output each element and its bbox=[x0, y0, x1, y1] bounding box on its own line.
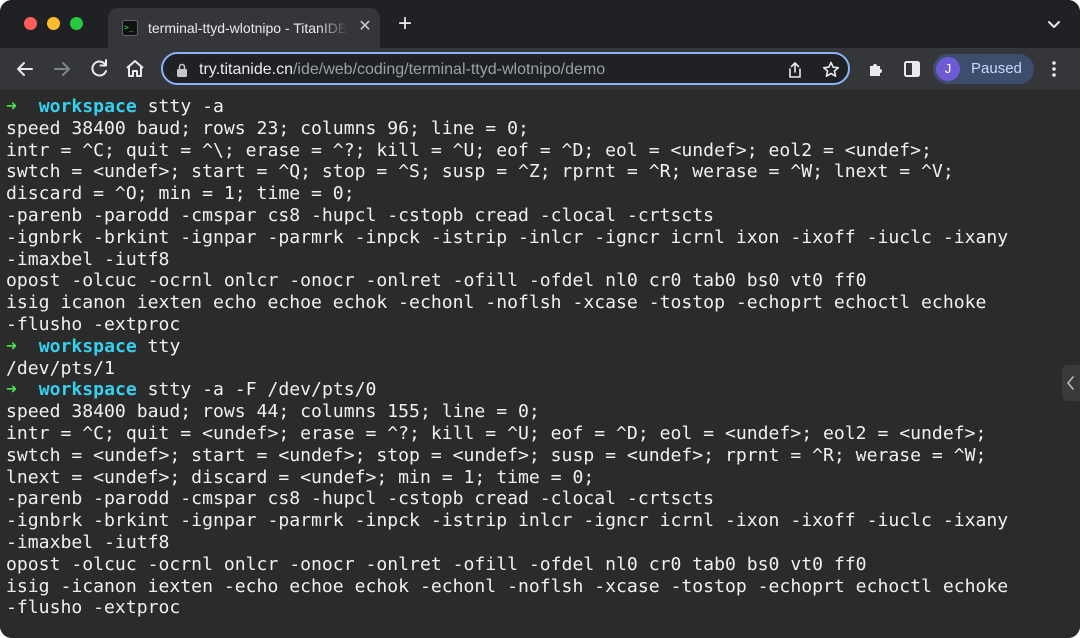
browser-window: >_ terminal-ttyd-wlotnipo - TitanIDE ✕ + bbox=[0, 0, 1080, 638]
side-panel-toggle[interactable] bbox=[1062, 365, 1080, 401]
extensions-icon[interactable] bbox=[865, 57, 889, 81]
terminal-output: ➜ workspace stty -a speed 38400 baud; row… bbox=[6, 96, 1008, 619]
profile-status: Paused bbox=[971, 60, 1022, 77]
profile-button[interactable]: J Paused bbox=[933, 54, 1034, 84]
prompt-arrow-icon: ➜ bbox=[6, 335, 17, 357]
new-tab-icon[interactable]: + bbox=[394, 12, 416, 36]
prompt-directory: workspace bbox=[38, 379, 137, 401]
terminal-output-line: -imaxbel -iutf8 bbox=[6, 248, 170, 270]
terminal-area[interactable]: ➜ workspace stty -a speed 38400 baud; row… bbox=[0, 90, 1080, 638]
forward-icon[interactable] bbox=[50, 57, 74, 81]
terminal-output-line: isig icanon iexten echo echoe echok -ech… bbox=[6, 292, 987, 314]
terminal-output-line: -ignbrk -brkint -ignpar -parmrk -inpck -… bbox=[6, 510, 1009, 532]
bookmark-star-icon[interactable] bbox=[821, 60, 841, 80]
terminal-output-line: speed 38400 baud; rows 23; columns 96; l… bbox=[6, 117, 529, 139]
browser-toolbar: try.titanide.cn/ide/web/coding/terminal-… bbox=[0, 48, 1080, 90]
terminal-output-line: isig -icanon iexten -echo echoe echok -e… bbox=[6, 575, 1009, 597]
window-zoom-button[interactable] bbox=[70, 17, 83, 30]
window-close-button[interactable] bbox=[24, 17, 37, 30]
terminal-output-line: opost -olcuc -ocrnl onlcr -onocr -onlret… bbox=[6, 270, 867, 292]
terminal-output-line: speed 38400 baud; rows 44; columns 155; … bbox=[6, 401, 540, 423]
terminal-output-line: lnext = <undef>; discard = <undef>; min … bbox=[6, 466, 595, 488]
prompt-directory: workspace bbox=[38, 335, 137, 357]
side-panel-icon[interactable] bbox=[900, 57, 924, 81]
terminal-output-line: -flusho -extproc bbox=[6, 597, 181, 619]
tab-terminal[interactable]: >_ terminal-ttyd-wlotnipo - TitanIDE ✕ bbox=[108, 8, 380, 48]
terminal-output-line: /dev/pts/1 bbox=[6, 357, 115, 379]
terminal-output-line: -parenb -parodd -cmspar cs8 -hupcl -csto… bbox=[6, 488, 715, 510]
prompt-arrow-icon: ➜ bbox=[6, 379, 17, 401]
back-icon[interactable] bbox=[13, 57, 37, 81]
terminal-output-line: -imaxbel -iutf8 bbox=[6, 531, 170, 553]
tab-search-icon[interactable] bbox=[1044, 18, 1064, 32]
share-icon[interactable] bbox=[785, 60, 805, 80]
url-text[interactable]: try.titanide.cn/ide/web/coding/terminal-… bbox=[199, 60, 605, 80]
window-minimize-button[interactable] bbox=[47, 17, 60, 30]
terminal-output-line: intr = ^C; quit = <undef>; erase = ^?; k… bbox=[6, 422, 987, 444]
terminal-output-line: discard = ^O; min = 1; time = 0; bbox=[6, 183, 355, 205]
prompt-arrow-icon: ➜ bbox=[6, 96, 17, 117]
address-bar[interactable]: try.titanide.cn/ide/web/coding/terminal-… bbox=[161, 52, 850, 85]
chevron-left-icon bbox=[1067, 376, 1074, 390]
terminal-output-line: -ignbrk -brkint -ignpar -parmrk -inpck -… bbox=[6, 226, 1009, 248]
terminal-favicon-icon: >_ bbox=[122, 20, 138, 36]
terminal-output-line: swtch = <undef>; start = <undef>; stop =… bbox=[6, 444, 987, 466]
prompt-command: tty bbox=[147, 335, 181, 357]
terminal-prompt-line: ➜ workspace tty bbox=[6, 336, 1008, 358]
terminal-output-line: -parenb -parodd -cmspar cs8 -hupcl -csto… bbox=[6, 204, 715, 226]
menu-icon[interactable] bbox=[1046, 59, 1062, 79]
terminal-prompt-line: ➜ workspace stty -a bbox=[6, 96, 1008, 118]
terminal-output-line: intr = ^C; quit = ^\; erase = ^?; kill =… bbox=[6, 139, 932, 161]
prompt-command: stty -a bbox=[147, 96, 224, 117]
tab-strip: >_ terminal-ttyd-wlotnipo - TitanIDE ✕ + bbox=[0, 0, 1080, 48]
home-icon[interactable] bbox=[123, 57, 147, 81]
lock-icon[interactable] bbox=[175, 62, 189, 78]
prompt-directory: workspace bbox=[38, 96, 137, 117]
close-icon[interactable]: ✕ bbox=[356, 18, 374, 36]
reload-icon[interactable] bbox=[87, 57, 111, 81]
terminal-output-line: opost -olcuc -ocrnl onlcr -onocr -onlret… bbox=[6, 553, 867, 575]
url-path: /ide/web/coding/terminal-ttyd-wlotnipo/d… bbox=[292, 61, 606, 78]
url-host: try.titanide.cn bbox=[199, 61, 293, 78]
terminal-prompt-line: ➜ workspace stty -a -F /dev/pts/0 bbox=[6, 379, 1008, 401]
terminal-output-line: -flusho -extproc bbox=[6, 313, 181, 335]
avatar: J bbox=[936, 57, 960, 81]
tab-title: terminal-ttyd-wlotnipo - TitanIDE bbox=[148, 20, 348, 36]
prompt-command: stty -a -F /dev/pts/0 bbox=[147, 379, 377, 401]
terminal-output-line: swtch = <undef>; start = ^Q; stop = ^S; … bbox=[6, 161, 954, 183]
